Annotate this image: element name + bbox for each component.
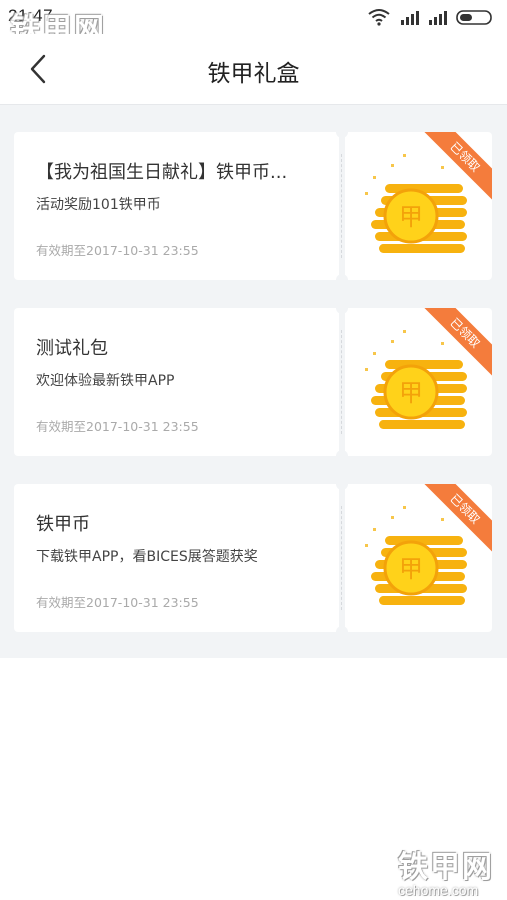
signal-icon-1 [401, 11, 419, 25]
gift-card-expiry: 有效期至2017-10-31 23:55 [36, 419, 199, 434]
gift-card-description: 欢迎体验最新铁甲APP [36, 373, 175, 389]
gift-card-title: 【我为祖国生日献礼】铁甲币... [36, 162, 288, 183]
gift-card-info: 铁甲币 下载铁甲APP，看BICES展答题获奖 有效期至2017-10-31 2… [14, 484, 339, 632]
gift-card-image: 甲 已领取 [345, 308, 492, 456]
gift-card-expiry: 有效期至2017-10-31 23:55 [36, 243, 199, 258]
divider [341, 506, 342, 610]
gift-card-description: 活动奖励101铁甲币 [36, 197, 161, 213]
watermark-domain: cehome.com [398, 882, 479, 898]
header: 铁甲礼盒 [0, 34, 507, 105]
svg-text:甲: 甲 [399, 555, 423, 583]
gift-card-image: 甲 已领取 [345, 132, 492, 280]
divider [341, 154, 342, 258]
page-title: 铁甲礼盒 [207, 61, 300, 87]
gift-list: 【我为祖国生日献礼】铁甲币... 活动奖励101铁甲币 有效期至2017-10-… [0, 105, 507, 658]
gift-card[interactable]: 测试礼包 欢迎体验最新铁甲APP 有效期至2017-10-31 23:55 甲 [14, 302, 492, 462]
gift-card[interactable]: 【我为祖国生日献礼】铁甲币... 活动奖励101铁甲币 有效期至2017-10-… [14, 126, 492, 286]
gift-card-info: 测试礼包 欢迎体验最新铁甲APP 有效期至2017-10-31 23:55 [14, 308, 339, 456]
watermark-bottom: 铁甲网 cehome.com [398, 842, 494, 898]
gift-card-title: 测试礼包 [36, 338, 108, 359]
divider [341, 330, 342, 434]
gift-card-image: 甲 已领取 [345, 484, 492, 632]
svg-text:甲: 甲 [399, 379, 423, 407]
gift-card-info: 【我为祖国生日献礼】铁甲币... 活动奖励101铁甲币 有效期至2017-10-… [14, 132, 339, 280]
status-time: 21:47 [8, 6, 54, 25]
gift-card-description: 下载铁甲APP，看BICES展答题获奖 [36, 549, 258, 565]
gift-card-expiry: 有效期至2017-10-31 23:55 [36, 595, 199, 610]
wifi-icon [368, 9, 390, 26]
status-bar: 21:47 [0, 0, 507, 34]
svg-text:甲: 甲 [399, 203, 423, 231]
battery-icon [456, 10, 492, 25]
status-icons [368, 9, 492, 26]
watermark-brand: 铁甲网 [398, 850, 494, 885]
gift-card[interactable]: 铁甲币 下载铁甲APP，看BICES展答题获奖 有效期至2017-10-31 2… [14, 478, 492, 638]
gift-card-title: 铁甲币 [36, 514, 90, 535]
signal-icon-2 [429, 11, 447, 25]
